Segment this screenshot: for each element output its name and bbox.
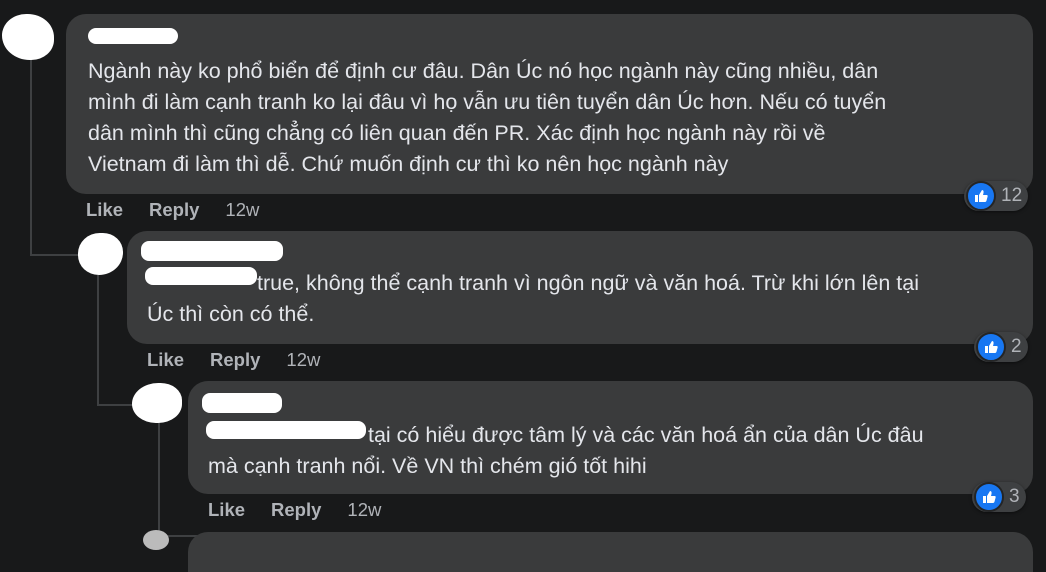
comment-bubble: tại có hiểu được tâm lý và các văn hoá ẩ… (188, 381, 1033, 494)
comment-text: Ngành này ko phổ biển để định cư đâu. Dâ… (88, 59, 887, 176)
reaction-badge[interactable]: 2 (974, 332, 1028, 362)
reply-button[interactable]: Reply (210, 349, 260, 371)
timestamp[interactable]: 12w (347, 499, 381, 521)
avatar[interactable] (143, 530, 169, 550)
avatar[interactable] (2, 14, 54, 60)
like-button[interactable]: Like (147, 349, 184, 371)
comment-text: true, không thể cạnh tranh vì ngôn ngữ v… (257, 271, 920, 295)
redacted-author-name[interactable] (141, 241, 283, 261)
redacted-mention-tag[interactable] (206, 421, 366, 439)
thread-line (158, 420, 160, 536)
reaction-count: 3 (1009, 486, 1020, 507)
comment-bubble: true, không thể cạnh tranh vì ngôn ngữ v… (127, 231, 1033, 344)
avatar[interactable] (78, 233, 123, 275)
redacted-author-name[interactable] (202, 393, 282, 413)
comment-bubble: Ngành này ko phổ biển để định cư đâu. Dâ… (66, 14, 1033, 194)
thread-line (30, 254, 78, 256)
like-icon (966, 181, 996, 211)
comment-actions: Like Reply 12w (208, 499, 381, 521)
reaction-count: 12 (1001, 185, 1023, 206)
avatar[interactable] (132, 383, 182, 423)
like-icon (976, 332, 1006, 362)
comment-actions: Like Reply 12w (147, 349, 320, 371)
comment-text: mà cạnh tranh nổi. Về VN thì chém gió tố… (208, 454, 647, 478)
reply-button[interactable]: Reply (149, 199, 199, 221)
comment-text: Úc thì còn có thể. (147, 302, 315, 326)
reaction-badge[interactable]: 3 (972, 482, 1026, 512)
comment-text: tại có hiểu được tâm lý và các văn hoá ẩ… (368, 423, 924, 447)
timestamp[interactable]: 12w (286, 349, 320, 371)
timestamp[interactable]: 12w (225, 199, 259, 221)
redacted-author-name[interactable] (88, 28, 178, 44)
comment-bubble (188, 532, 1033, 572)
thread-line (30, 55, 32, 255)
comment-actions: Like Reply 12w (86, 199, 259, 221)
like-button[interactable]: Like (208, 499, 245, 521)
redacted-mention-tag[interactable] (145, 267, 257, 285)
reaction-badge[interactable]: 12 (964, 181, 1029, 211)
like-icon (974, 482, 1004, 512)
like-button[interactable]: Like (86, 199, 123, 221)
reaction-count: 2 (1011, 336, 1022, 357)
thread-line (97, 275, 99, 405)
reply-button[interactable]: Reply (271, 499, 321, 521)
